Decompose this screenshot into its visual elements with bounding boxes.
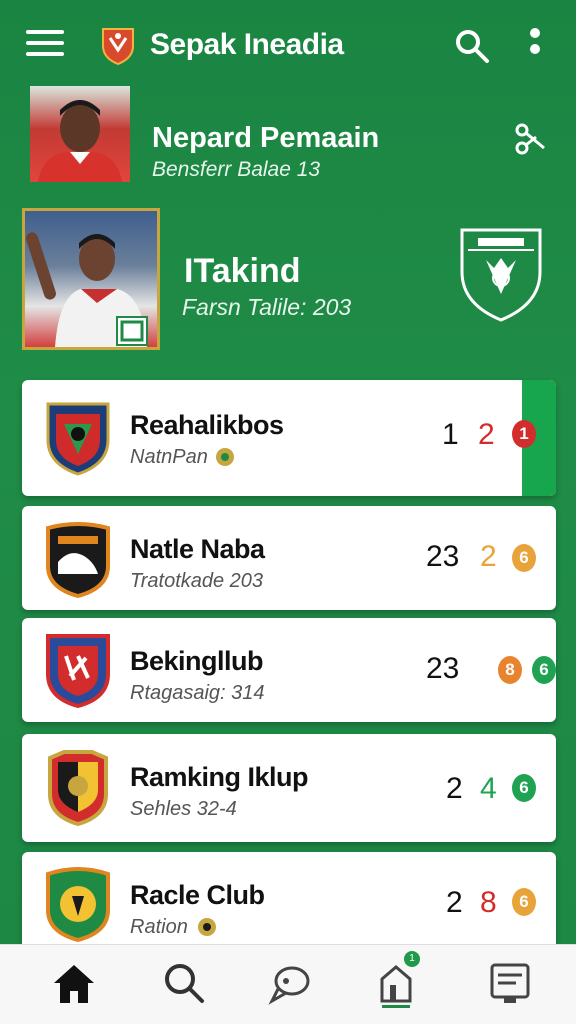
club-mini-icon (198, 918, 216, 936)
featured-player-card[interactable]: Nepard Pemaain Bensferr Balae 13 (30, 86, 550, 186)
featured-player-card-large[interactable]: ITakind Farsn Talile: 203 (22, 208, 552, 354)
club-crest-icon (460, 228, 542, 322)
player-subtitle: Bensferr Balae 13 (152, 158, 321, 181)
club-stat-3: 1 (512, 420, 536, 448)
app-logo-icon (102, 28, 134, 66)
club-stat-3: 6 (512, 544, 536, 572)
app-title: Sepak Ineadia (150, 28, 344, 61)
hamburger-menu-icon[interactable] (26, 30, 64, 60)
notification-badge: 1 (404, 951, 420, 967)
club-subtitle: NatnPan (130, 446, 208, 468)
club-name: Bekingllub (130, 646, 264, 676)
club-list-item[interactable]: Reahalikbos NatnPan 1 2 1 (22, 380, 556, 496)
club-badge-icon (116, 316, 148, 346)
club-crest-icon (46, 522, 110, 598)
club-stat-2: 2 (478, 418, 495, 451)
club-stat-2: 8 (498, 656, 522, 684)
club-list-item[interactable]: Natle Naba Tratotkade 203 23 2 6 (22, 506, 556, 610)
club-crest-icon (48, 750, 108, 826)
club-stat-2: 4 (480, 772, 497, 805)
player-subtitle: Farsn Talile: 203 (182, 294, 352, 320)
active-tab-indicator (382, 1005, 410, 1008)
club-list-item[interactable]: Ramking Iklup Sehles 32-4 2 4 6 (22, 734, 556, 842)
stats-icon (380, 965, 412, 1003)
club-stat-2: 2 (480, 540, 497, 573)
more-vertical-icon[interactable] (526, 28, 544, 64)
news-icon[interactable] (486, 959, 534, 1007)
app-root: Sepak Ineadia Nepard Pemaain Bensferr Ba… (0, 0, 576, 1024)
club-list-item[interactable]: Racle Club Ration 2 8 6 (22, 852, 556, 952)
club-list-item[interactable]: Bekingllub Rtagasaig: 314 23 8 6 (22, 618, 556, 722)
player-photo (30, 86, 130, 182)
club-subtitle: Rtagasaig: 314 (130, 682, 265, 704)
club-stat-1: 23 (426, 540, 460, 573)
club-name: Natle Naba (130, 534, 265, 564)
home-icon[interactable] (50, 959, 98, 1007)
bottom-navigation: 1 (0, 944, 576, 1024)
club-subtitle: Ration (130, 916, 188, 938)
club-stat-3: 6 (512, 774, 536, 802)
club-stat-1: 23 (426, 652, 460, 685)
player-name: ITakind (184, 252, 301, 290)
search-icon[interactable] (160, 959, 208, 1007)
club-name: Ramking Iklup (130, 762, 309, 792)
club-stat-1: 1 (442, 418, 459, 451)
club-name: Reahalikbos (130, 410, 284, 440)
club-crest-icon (46, 867, 110, 942)
club-stat-1: 2 (446, 886, 463, 919)
club-stat-2: 8 (480, 886, 497, 919)
club-subtitle: Tratotkade 203 (130, 570, 264, 592)
search-icon[interactable] (454, 28, 490, 64)
club-crest-icon (46, 634, 110, 708)
player-name: Nepard Pemaain (152, 122, 380, 154)
club-crest-icon (46, 402, 110, 476)
club-mini-icon (216, 448, 234, 466)
club-name: Racle Club (130, 880, 265, 910)
share-icon[interactable] (514, 122, 548, 156)
club-stat-1: 2 (446, 772, 463, 805)
club-subtitle: Sehles 32-4 (130, 798, 237, 820)
club-stat-3: 6 (512, 888, 536, 916)
stats-tab[interactable]: 1 (378, 951, 426, 1008)
app-header: Sepak Ineadia (0, 0, 576, 90)
chat-icon[interactable] (266, 959, 314, 1007)
club-stat-3: 6 (532, 656, 556, 684)
